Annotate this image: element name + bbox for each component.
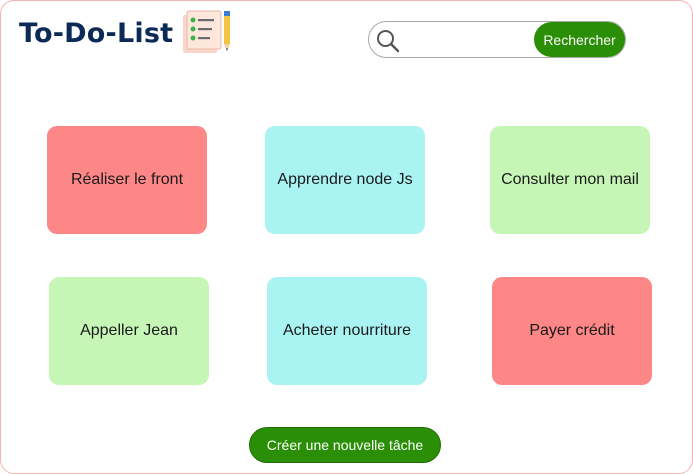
create-task-button[interactable]: Créer une nouvelle tâche [249, 427, 441, 463]
checklist-notepad-icon [183, 10, 230, 53]
task-card[interactable]: Apprendre node Js [265, 126, 425, 234]
task-card[interactable]: Payer crédit [492, 277, 652, 385]
task-label: Acheter nourriture [282, 322, 412, 339]
search-button[interactable]: Rechercher [534, 22, 625, 57]
app-title: To-Do-List [19, 18, 174, 49]
task-card[interactable]: Réaliser le front [47, 126, 207, 234]
search-icon [377, 30, 400, 53]
task-label: Appeller Jean [80, 322, 178, 339]
task-label: Apprendre node Js [277, 171, 413, 188]
task-card[interactable]: Acheter nourriture [267, 277, 427, 385]
task-label: Réaliser le front [70, 171, 184, 188]
task-label: Payer crédit [529, 322, 615, 339]
app-frame: To-Do-List Rechercher Réaliser le front … [0, 0, 693, 474]
task-card[interactable]: Consulter mon mail [490, 126, 650, 234]
task-label: Consulter mon mail [501, 171, 639, 188]
task-card[interactable]: Appeller Jean [49, 277, 209, 385]
search-bar: Rechercher [368, 21, 626, 58]
